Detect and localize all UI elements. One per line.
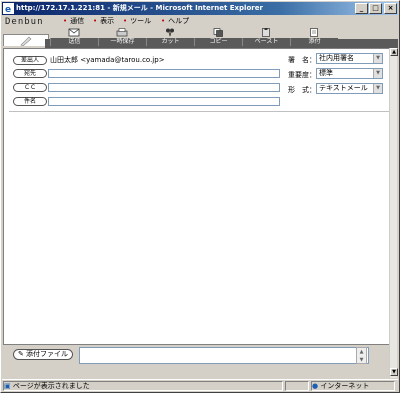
menu-bullet-icon: • [93, 17, 98, 25]
status-text-panel: ▣ ページが表示されました [3, 381, 283, 391]
scroll-up-icon[interactable]: ▲ [357, 348, 366, 356]
app-logo: Denbun [5, 17, 44, 27]
attach-icon [310, 28, 318, 37]
cc-button[interactable]: ＣＣ [13, 83, 47, 92]
chevron-down-icon: ▼ [373, 69, 382, 78]
menu-bullet-icon: • [161, 17, 166, 25]
compose-tab [3, 34, 49, 46]
subject-input[interactable] [48, 97, 280, 106]
header-divider [9, 111, 389, 112]
from-button[interactable]: 差出人 [13, 56, 47, 65]
paste-icon [262, 28, 270, 37]
cut-label: カット [146, 38, 194, 46]
attachment-button[interactable]: ✎ 添付ファイル [13, 349, 73, 360]
to-input[interactable] [48, 69, 280, 78]
envelope-icon [68, 28, 80, 37]
attachment-list[interactable] [79, 347, 369, 364]
status-bar: ▣ ページが表示されました ● インターネット [2, 379, 398, 391]
cut-button[interactable]: カット [146, 27, 194, 46]
scroll-down-icon[interactable]: ▼ [357, 356, 366, 364]
save-draft-label: 一時保存 [98, 38, 146, 46]
scissors-icon [166, 28, 174, 37]
menu-bullet-icon: • [63, 17, 68, 25]
paste-label: ペースト [242, 38, 290, 46]
status-panel-empty [285, 381, 309, 391]
subject-button[interactable]: 件名 [13, 97, 47, 106]
attachment-scroll[interactable]: ▲ ▼ [356, 347, 367, 364]
chevron-down-icon: ▼ [373, 54, 382, 63]
vertical-scrollbar[interactable]: ▲ ▼ [389, 48, 398, 378]
format-label: 形 式： [288, 86, 316, 94]
message-body[interactable] [6, 113, 389, 343]
menu-bar: • 通信 • 表示 • ツール • ヘルプ [60, 16, 360, 26]
priority-label: 重要度： [288, 71, 316, 79]
svg-text:e: e [5, 5, 11, 14]
menu-communication[interactable]: • 通信 [63, 16, 84, 26]
pen-icon [20, 36, 32, 46]
scroll-down-arrow[interactable]: ▼ [390, 368, 398, 376]
copy-button[interactable]: コピー [194, 27, 242, 46]
priority-select[interactable]: 標準 ▼ [316, 68, 383, 79]
scroll-up-arrow[interactable]: ▲ [390, 48, 398, 56]
window-title: http://172.17.1.221:81 - 新規メール - Microso… [16, 4, 263, 12]
save-draft-button[interactable]: 一時保存 [98, 27, 146, 46]
attach-label: 添付 [290, 38, 338, 46]
signature-label: 署 名： [288, 56, 316, 64]
zone-panel: ● インターネット [311, 381, 395, 391]
printer-icon [116, 28, 128, 37]
send-label: 送信 [50, 38, 98, 46]
toolbar: 送信 一時保存 カット コピー ペースト 添付 [45, 27, 398, 48]
close-button[interactable]: × [384, 3, 397, 14]
globe-icon: ● [312, 382, 319, 390]
menu-view[interactable]: • 表示 [93, 16, 114, 26]
ie-icon: e [3, 3, 14, 14]
copy-icon [213, 28, 223, 37]
maximize-button[interactable]: □ [369, 3, 382, 14]
cc-input[interactable] [48, 83, 280, 92]
format-select[interactable]: テキストメール ▼ [316, 83, 383, 94]
paperclip-icon: ✎ [17, 350, 24, 358]
paste-button[interactable]: ペースト [242, 27, 290, 46]
to-button[interactable]: 宛先 [13, 69, 47, 78]
send-button[interactable]: 送信 [50, 27, 98, 46]
copy-label: コピー [194, 38, 242, 46]
from-value: 山田太郎 <yamada@tarou.co.jp> [50, 56, 165, 64]
minimize-button[interactable]: _ [355, 3, 368, 14]
menu-help[interactable]: • ヘルプ [161, 16, 189, 26]
menu-bullet-icon: • [123, 17, 128, 25]
page-icon: ▣ [4, 382, 11, 390]
signature-select[interactable]: 社内用署名 ▼ [316, 53, 383, 64]
chevron-down-icon: ▼ [373, 84, 382, 93]
menu-tools[interactable]: • ツール [123, 16, 151, 26]
compose-area: 差出人 山田太郎 <yamada@tarou.co.jp> 宛先 ＣＣ 件名 署… [3, 48, 392, 345]
attach-button[interactable]: 添付 [290, 27, 338, 46]
title-bar: e http://172.17.1.221:81 - 新規メール - Micro… [2, 2, 398, 15]
